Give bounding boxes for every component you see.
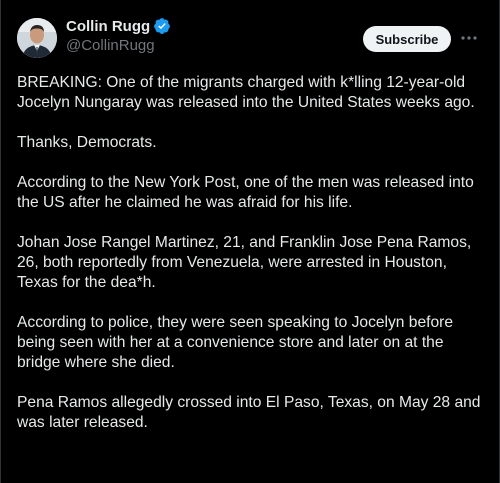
tweet-card: Collin Rugg @CollinRugg Subscribe BREAKI… xyxy=(0,0,500,483)
author-name-row: Collin Rugg xyxy=(66,16,171,36)
more-icon[interactable] xyxy=(459,28,479,48)
tweet-text: BREAKING: One of the migrants charged wi… xyxy=(17,73,483,453)
subscribe-button[interactable]: Subscribe xyxy=(363,26,451,52)
author-handle[interactable]: @CollinRugg xyxy=(66,37,155,54)
tweet-paragraph: According to the New York Post, one of t… xyxy=(17,174,474,211)
tweet-paragraph: Pena Ramos allegedly crossed into El Pas… xyxy=(17,394,481,431)
author-display-name[interactable]: Collin Rugg xyxy=(66,18,150,35)
author-avatar[interactable] xyxy=(17,18,57,58)
tweet-paragraph: According to police, they were seen spea… xyxy=(17,314,454,371)
tweet-paragraph: Johan Jose Rangel Martinez, 21, and Fran… xyxy=(17,234,472,291)
tweet-paragraph: BREAKING: One of the migrants charged wi… xyxy=(17,74,475,111)
person-avatar-icon xyxy=(17,18,57,58)
verified-badge-icon xyxy=(153,17,171,35)
tweet-paragraph: Thanks, Democrats. xyxy=(17,134,157,151)
